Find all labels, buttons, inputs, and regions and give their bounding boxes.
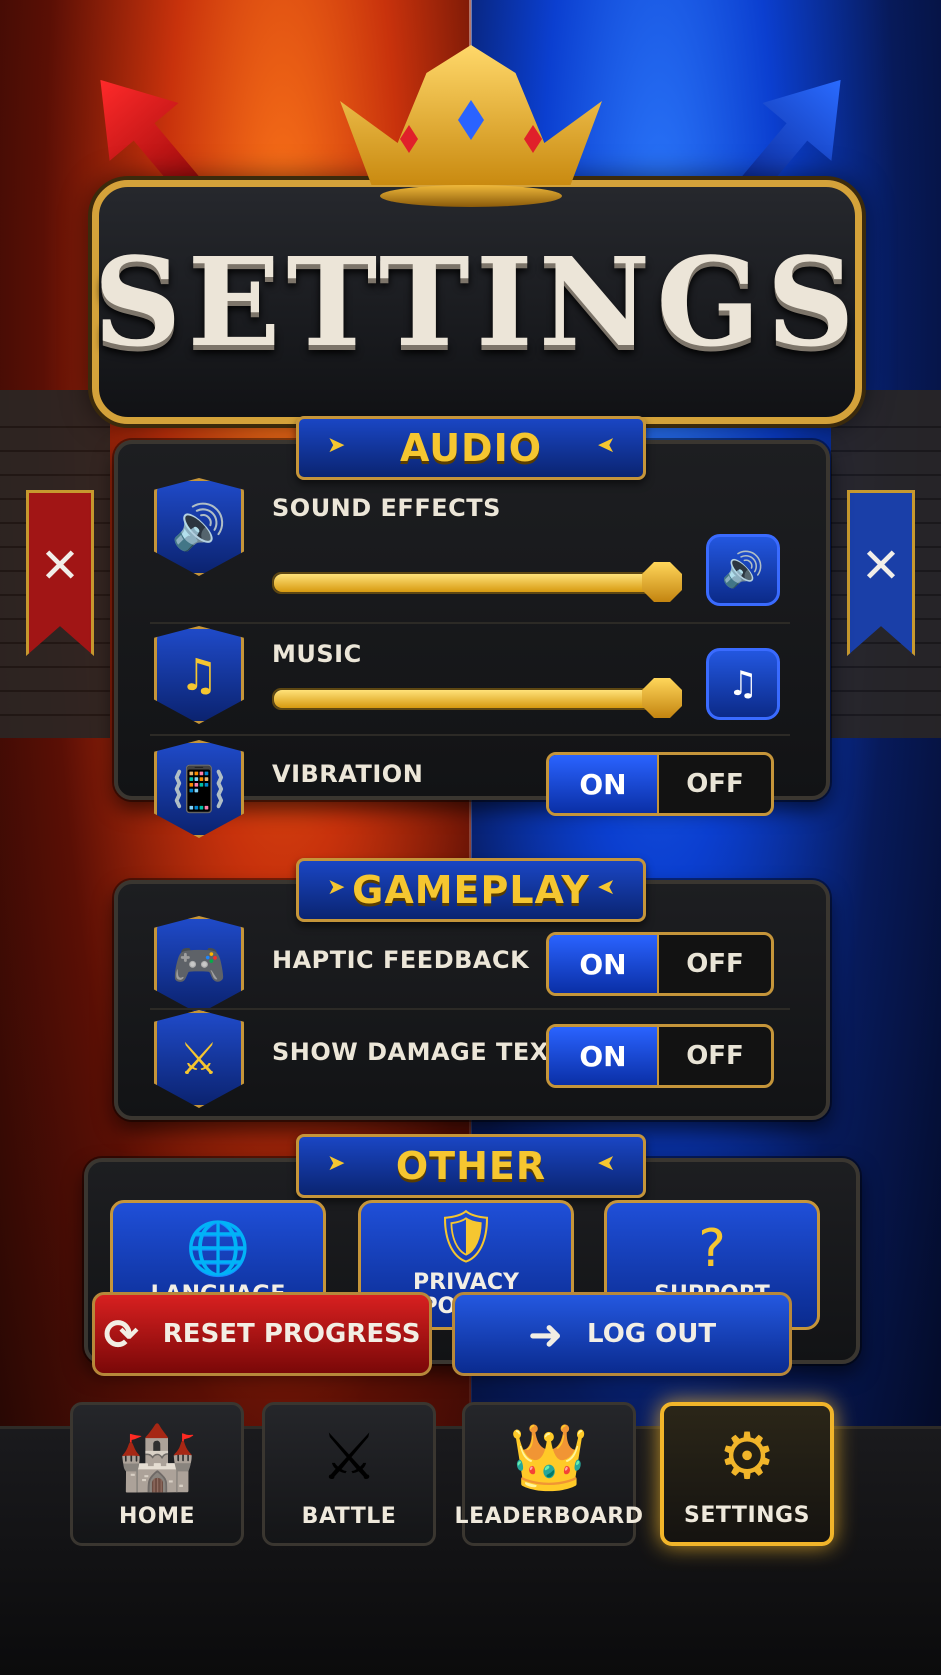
sound-effects-slider[interactable] [272, 562, 682, 602]
music-mute-button[interactable]: ♫ [706, 648, 780, 720]
music-slider-fill [274, 690, 662, 708]
music-label: MUSIC [272, 640, 362, 668]
row-divider [150, 734, 790, 736]
haptic-on-option[interactable]: ON [549, 935, 659, 993]
castle-icon: 🏰 [117, 1421, 197, 1495]
title-plate: SETTINGS [92, 180, 862, 424]
sound-effects-mute-button[interactable]: 🔊 [706, 534, 780, 606]
music-slider[interactable] [272, 678, 682, 718]
shield-icon: 🛡 [432, 1206, 499, 1267]
row-divider [150, 1008, 790, 1010]
music-slider-knob[interactable] [642, 678, 682, 718]
crown-shield-icon: 👑 [509, 1421, 589, 1495]
row-divider [150, 622, 790, 624]
nav-battle[interactable]: ⚔ BATTLE [262, 1402, 436, 1546]
haptic-feedback-toggle[interactable]: ON OFF [546, 932, 774, 996]
log-out-label: LOG OUT [587, 1319, 717, 1349]
ribbon-left-arrow-icon: ➤ [327, 875, 346, 900]
ribbon-right-arrow-icon: ➤ [596, 875, 615, 900]
log-out-button[interactable]: ➜ LOG OUT [452, 1292, 792, 1376]
ribbon-left-arrow-icon: ➤ [327, 433, 346, 458]
haptic-off-option[interactable]: OFF [659, 935, 771, 993]
refresh-icon: ⟳ [103, 1309, 139, 1359]
sound-effects-label: SOUND EFFECTS [272, 494, 501, 522]
crown-icon [340, 45, 602, 207]
gameplay-section-header: ➤ GAMEPLAY ➤ [296, 858, 646, 922]
vibration-on-option[interactable]: ON [549, 755, 659, 813]
ribbon-right-arrow-icon: ➤ [596, 433, 615, 458]
nav-home[interactable]: 🏰 HOME [70, 1402, 244, 1546]
nav-settings[interactable]: ⚙ SETTINGS [660, 1402, 834, 1546]
reset-progress-label: RESET PROGRESS [162, 1319, 421, 1349]
exit-icon: ➜ [527, 1309, 564, 1359]
sound-effects-slider-fill [274, 574, 662, 592]
other-section-header: ➤ OTHER ➤ [296, 1134, 646, 1198]
show-damage-text-toggle[interactable]: ON OFF [546, 1024, 774, 1088]
globe-icon: 🌐 [185, 1218, 251, 1279]
damage-off-option[interactable]: OFF [659, 1027, 771, 1085]
audio-section-header: ➤ AUDIO ➤ [296, 416, 646, 480]
ribbon-left-arrow-icon: ➤ [327, 1151, 346, 1176]
reset-progress-button[interactable]: ⟳ RESET PROGRESS [92, 1292, 432, 1376]
damage-on-option[interactable]: ON [549, 1027, 659, 1085]
show-damage-text-label: SHOW DAMAGE TEXT [272, 1038, 566, 1066]
vibration-label: VIBRATION [272, 760, 424, 788]
ribbon-right-arrow-icon: ➤ [596, 1151, 615, 1176]
sound-effects-slider-knob[interactable] [642, 562, 682, 602]
haptic-feedback-label: HAPTIC FEEDBACK [272, 946, 530, 974]
page-title: SETTINGS [93, 230, 861, 374]
gear-icon: ⚙ [718, 1420, 776, 1494]
vibration-off-option[interactable]: OFF [659, 755, 771, 813]
vibration-toggle[interactable]: ON OFF [546, 752, 774, 816]
crossed-swords-icon: ⚔ [320, 1421, 378, 1495]
nav-leaderboard[interactable]: 👑 LEADERBOARD [455, 1402, 643, 1546]
question-bubble-icon: ? [698, 1218, 726, 1279]
